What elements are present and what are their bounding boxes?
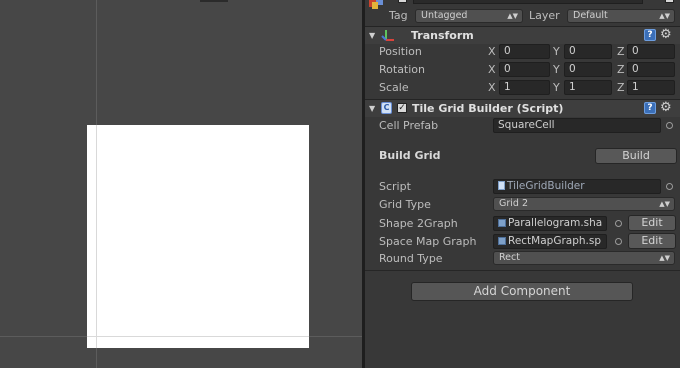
shape-edit-button[interactable]: Edit — [628, 215, 676, 231]
grid-line-vertical-overlay — [96, 125, 97, 348]
scale-x-field[interactable]: 1 — [499, 80, 550, 95]
rotation-label: Rotation — [379, 63, 426, 76]
script-label: Script — [379, 180, 411, 193]
space-edit-button[interactable]: Edit — [628, 233, 676, 249]
axis-x-label[interactable]: X — [488, 81, 496, 94]
position-y-field[interactable]: 0 — [564, 44, 612, 59]
help-icon[interactable]: ? — [644, 102, 656, 114]
rotation-z-field[interactable]: 0 — [627, 62, 675, 77]
asset-icon — [498, 237, 506, 245]
layer-label: Layer — [529, 9, 560, 22]
chevron-updown-icon: ▲▼ — [659, 12, 670, 20]
grid-type-label: Grid Type — [379, 198, 431, 211]
scene-view[interactable] — [0, 0, 362, 368]
axis-x-label[interactable]: X — [488, 63, 496, 76]
space-map-graph-value: RectMapGraph.sp — [508, 235, 602, 247]
grid-type-value: Grid 2 — [499, 198, 529, 209]
script-icon: C — [381, 102, 392, 114]
scene-top-tab-edge — [200, 0, 228, 2]
help-icon[interactable]: ? — [644, 29, 656, 41]
transform-header[interactable]: ▼ Transform ? ⚙ — [365, 26, 680, 44]
tile-grid-builder-header[interactable]: ▼ C ✓ Tile Grid Builder (Script) ? ⚙ — [365, 99, 680, 117]
axis-y-label[interactable]: Y — [553, 45, 560, 58]
object-picker-icon[interactable] — [615, 220, 622, 227]
shape-2graph-label: Shape 2Graph — [379, 217, 458, 230]
scale-z-field[interactable]: 1 — [627, 80, 675, 95]
inspector-panel: Tag Untagged ▲▼ Layer Default ▲▼ ▼ Trans… — [365, 0, 680, 368]
gear-icon[interactable]: ⚙ — [660, 100, 672, 115]
round-type-label: Round Type — [379, 252, 443, 265]
axis-z-label[interactable]: Z — [617, 45, 625, 58]
cell-prefab-label: Cell Prefab — [379, 119, 439, 132]
active-checkbox[interactable] — [398, 0, 407, 3]
build-grid-heading: Build Grid — [379, 149, 441, 162]
grid-line-horizontal-overlay — [87, 336, 309, 337]
object-picker-icon[interactable] — [666, 183, 673, 190]
static-checkbox[interactable] — [665, 0, 674, 3]
tag-dropdown[interactable]: Untagged ▲▼ — [415, 9, 523, 23]
build-button[interactable]: Build — [595, 148, 677, 164]
script-file-icon — [498, 181, 505, 190]
axis-z-label[interactable]: Z — [617, 63, 625, 76]
axis-y-label[interactable]: Y — [553, 81, 560, 94]
cell-prefab-value: SquareCell — [498, 119, 555, 131]
round-type-dropdown[interactable]: Rect ▲▼ — [493, 251, 675, 265]
layer-value: Default — [573, 10, 608, 21]
script-field[interactable]: TileGridBuilder — [493, 179, 661, 194]
cell-prefab-field[interactable]: SquareCell — [493, 118, 661, 133]
chevron-updown-icon: ▲▼ — [659, 254, 670, 262]
chevron-updown-icon: ▲▼ — [659, 200, 670, 208]
axis-x-label[interactable]: X — [488, 45, 496, 58]
position-label: Position — [379, 45, 422, 58]
scale-label: Scale — [379, 81, 409, 94]
white-cell-sprite[interactable] — [87, 125, 309, 348]
tag-label: Tag — [389, 9, 408, 22]
rotation-x-field[interactable]: 0 — [499, 62, 550, 77]
gear-icon[interactable]: ⚙ — [660, 27, 672, 42]
script-value: TileGridBuilder — [507, 180, 585, 192]
rotation-y-field[interactable]: 0 — [564, 62, 612, 77]
gameobject-icon — [368, 0, 384, 10]
space-map-graph-label: Space Map Graph — [379, 235, 477, 248]
transform-title: Transform — [411, 29, 474, 42]
layer-dropdown[interactable]: Default ▲▼ — [567, 9, 675, 23]
space-map-graph-field[interactable]: RectMapGraph.sp — [493, 234, 607, 249]
object-picker-icon[interactable] — [666, 122, 673, 129]
scale-y-field[interactable]: 1 — [564, 80, 612, 95]
tag-value: Untagged — [421, 10, 468, 21]
position-x-field[interactable]: 0 — [499, 44, 550, 59]
foldout-arrow-icon[interactable]: ▼ — [369, 31, 375, 40]
chevron-updown-icon: ▲▼ — [507, 12, 518, 20]
position-z-field[interactable]: 0 — [627, 44, 675, 59]
section-divider — [365, 270, 680, 271]
transform-axes-icon — [381, 28, 395, 42]
object-picker-icon[interactable] — [615, 238, 622, 245]
foldout-arrow-icon[interactable]: ▼ — [369, 104, 375, 113]
tile-grid-builder-title: Tile Grid Builder (Script) — [412, 102, 564, 115]
name-field[interactable] — [413, 0, 643, 4]
shape-2graph-field[interactable]: Parallelogram.sha — [493, 216, 607, 231]
axis-y-label[interactable]: Y — [553, 63, 560, 76]
axis-z-label[interactable]: Z — [617, 81, 625, 94]
round-type-value: Rect — [499, 252, 520, 263]
asset-icon — [498, 219, 506, 227]
shape-2graph-value: Parallelogram.sha — [508, 217, 603, 229]
component-enabled-checkbox[interactable]: ✓ — [397, 103, 407, 113]
grid-type-dropdown[interactable]: Grid 2 ▲▼ — [493, 197, 675, 211]
add-component-button[interactable]: Add Component — [411, 282, 633, 301]
